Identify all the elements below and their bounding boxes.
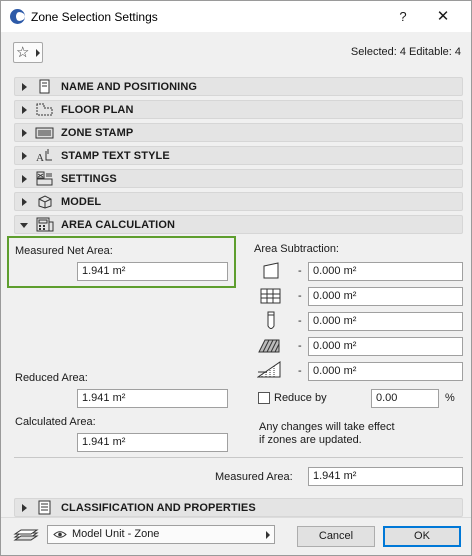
panel-stamp-text-style[interactable]: A STAMP TEXT STYLE bbox=[14, 146, 463, 165]
measured-net-area-label: Measured Net Area: bbox=[15, 245, 113, 257]
reduce-by-field[interactable]: 0.00 bbox=[371, 389, 439, 408]
expand-arrow-icon bbox=[22, 106, 27, 114]
zone-stamp-icon bbox=[35, 127, 54, 139]
panel-label: MODEL bbox=[61, 196, 102, 208]
calculated-area-label: Calculated Area: bbox=[15, 416, 96, 428]
ok-button[interactable]: OK bbox=[383, 526, 461, 547]
grid-icon bbox=[260, 288, 281, 304]
panel-label: SETTINGS bbox=[61, 173, 117, 185]
window-title: Zone Selection Settings bbox=[31, 10, 158, 24]
expand-arrow-icon bbox=[22, 198, 27, 206]
layers-icon bbox=[13, 529, 39, 541]
subtraction-dash: - bbox=[298, 315, 302, 327]
reduce-by-label: Reduce by bbox=[274, 392, 327, 404]
star-icon: ☆ bbox=[16, 44, 30, 61]
update-note-line1: Any changes will take effect bbox=[259, 421, 395, 433]
measured-area-label: Measured Area: bbox=[215, 471, 293, 483]
expand-arrow-icon bbox=[22, 152, 27, 160]
model-icon bbox=[38, 195, 52, 209]
panel-label: AREA CALCULATION bbox=[61, 219, 176, 231]
calculated-area-field[interactable]: 1.941 m² bbox=[77, 433, 228, 452]
hatched-fill-icon bbox=[258, 339, 280, 353]
measured-area-field[interactable]: 1.941 m² bbox=[308, 467, 463, 486]
area-calculation-icon bbox=[36, 217, 54, 232]
expand-arrow-icon bbox=[22, 175, 27, 183]
reduced-area-field[interactable]: 1.941 m² bbox=[77, 389, 228, 408]
layer-dropdown-value: Model Unit - Zone bbox=[72, 528, 160, 540]
panel-name-and-positioning[interactable]: NAME AND POSITIONING bbox=[14, 77, 463, 96]
percent-unit: % bbox=[445, 392, 455, 404]
classification-icon bbox=[38, 500, 51, 515]
wall-niche-icon bbox=[263, 262, 279, 279]
panel-settings[interactable]: SETTINGS bbox=[14, 169, 463, 188]
panel-floor-plan[interactable]: FLOOR PLAN bbox=[14, 100, 463, 119]
reduce-by-checkbox[interactable] bbox=[258, 392, 270, 404]
favorites-button[interactable]: ☆ bbox=[13, 42, 43, 63]
app-icon bbox=[10, 9, 25, 24]
update-note-line2: if zones are updated. bbox=[259, 434, 362, 446]
layer-dropdown[interactable]: Model Unit - Zone bbox=[47, 525, 275, 544]
expand-arrow-icon bbox=[22, 83, 27, 91]
column-icon bbox=[267, 311, 275, 329]
help-button[interactable]: ? bbox=[393, 7, 413, 27]
zone-selection-settings-dialog: Zone Selection Settings ? ✕ ☆ Selected: … bbox=[0, 0, 472, 556]
title-bar: Zone Selection Settings ? ✕ bbox=[1, 1, 471, 32]
low-height-icon bbox=[257, 361, 281, 378]
text-style-icon: A bbox=[36, 149, 52, 163]
subtraction-field-5[interactable]: 0.000 m² bbox=[308, 362, 463, 381]
subtraction-field-4[interactable]: 0.000 m² bbox=[308, 337, 463, 356]
name-positioning-icon bbox=[39, 79, 50, 94]
reduced-area-label: Reduced Area: bbox=[15, 372, 88, 384]
panel-label: FLOOR PLAN bbox=[61, 104, 134, 116]
panel-classification-and-properties[interactable]: CLASSIFICATION AND PROPERTIES bbox=[14, 498, 463, 517]
expand-arrow-icon bbox=[22, 129, 27, 137]
subtraction-field-2[interactable]: 0.000 m² bbox=[308, 287, 463, 306]
subtraction-dash: - bbox=[298, 265, 302, 277]
panel-area-calculation[interactable]: AREA CALCULATION bbox=[14, 215, 463, 234]
subtraction-field-1[interactable]: 0.000 m² bbox=[308, 262, 463, 281]
panel-label: CLASSIFICATION AND PROPERTIES bbox=[61, 502, 256, 514]
panel-label: ZONE STAMP bbox=[61, 127, 134, 139]
cancel-button[interactable]: Cancel bbox=[297, 526, 375, 547]
expand-arrow-icon bbox=[22, 504, 27, 512]
selection-info: Selected: 4 Editable: 4 bbox=[350, 46, 461, 58]
divider bbox=[14, 457, 463, 458]
chevron-right-icon bbox=[36, 49, 40, 57]
area-subtraction-label: Area Subtraction: bbox=[254, 243, 339, 255]
panel-label: NAME AND POSITIONING bbox=[61, 81, 198, 93]
close-button[interactable]: ✕ bbox=[433, 7, 453, 27]
panel-label: STAMP TEXT STYLE bbox=[61, 150, 170, 162]
chevron-right-icon bbox=[266, 531, 270, 539]
svg-text:A: A bbox=[36, 152, 44, 163]
subtraction-dash: - bbox=[298, 365, 302, 377]
settings-icon bbox=[36, 171, 53, 186]
panel-zone-stamp[interactable]: ZONE STAMP bbox=[14, 123, 463, 142]
subtraction-field-3[interactable]: 0.000 m² bbox=[308, 312, 463, 331]
footer-divider bbox=[1, 517, 471, 518]
measured-net-area-field[interactable]: 1.941 m² bbox=[77, 262, 228, 281]
subtraction-dash: - bbox=[298, 290, 302, 302]
subtraction-dash: - bbox=[298, 340, 302, 352]
panel-model[interactable]: MODEL bbox=[14, 192, 463, 211]
floor-plan-icon bbox=[36, 103, 53, 116]
eye-icon bbox=[53, 531, 67, 538]
collapse-arrow-icon bbox=[20, 223, 28, 228]
